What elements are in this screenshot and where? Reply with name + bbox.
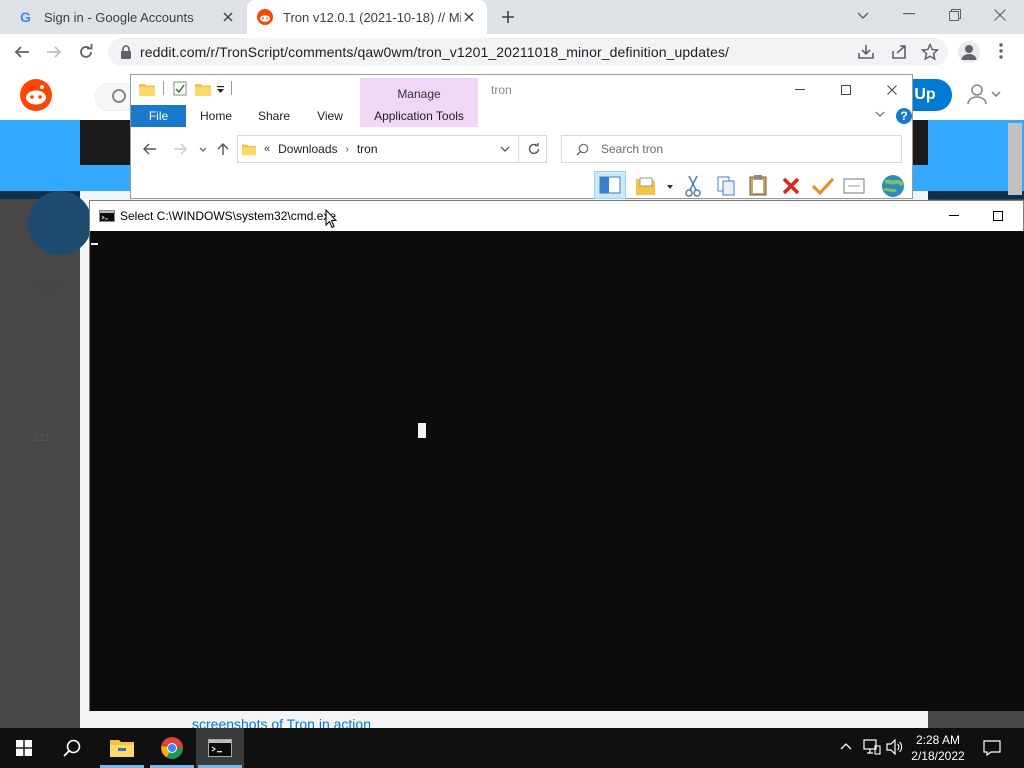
explorer-search-box[interactable]: Search tron xyxy=(561,135,902,163)
breadcrumb-separator-icon[interactable]: › xyxy=(346,144,349,155)
cursor-underscore xyxy=(91,243,98,245)
close-window-icon[interactable] xyxy=(994,9,1006,21)
start-windows-icon[interactable] xyxy=(0,728,48,768)
recent-locations-icon[interactable] xyxy=(199,147,207,152)
tab-title: Tron v12.0.1 (2021-10-18) // Min xyxy=(283,9,461,25)
folder-icon xyxy=(242,142,256,156)
tab-application-tools[interactable]: Application Tools xyxy=(360,105,478,127)
url-text: reddit.com/r/TronScript/comments/qaw0wm/… xyxy=(140,44,730,60)
profile-avatar[interactable] xyxy=(958,41,980,63)
tab-share[interactable]: Share xyxy=(251,105,297,127)
preview-pane-icon[interactable] xyxy=(594,171,626,199)
address-bar[interactable]: reddit.com/r/TronScript/comments/qaw0wm/… xyxy=(108,38,948,66)
notifications-icon[interactable] xyxy=(983,740,1001,756)
tab-file[interactable]: File xyxy=(131,105,186,127)
tab-home[interactable]: Home xyxy=(193,105,239,127)
cmd-title-bar[interactable]: Select C:\WINDOWS\system32\cmd.exe xyxy=(90,201,1024,231)
explorer-back-icon[interactable] xyxy=(143,143,157,155)
cmd-app-icon xyxy=(99,210,115,222)
bookmark-star-icon[interactable] xyxy=(921,43,939,61)
back-icon[interactable] xyxy=(14,44,30,60)
explorer-close-icon[interactable] xyxy=(869,75,915,105)
chrome-menu-icon[interactable] xyxy=(999,43,1003,59)
ribbon-expand-icon[interactable] xyxy=(875,111,885,118)
taskbar-search-icon[interactable] xyxy=(48,728,96,768)
explorer-forward-icon[interactable] xyxy=(173,143,187,155)
new-folder-icon[interactable] xyxy=(195,82,211,96)
mouse-pointer-icon xyxy=(325,209,337,229)
address-dropdown-icon[interactable] xyxy=(500,146,510,153)
subreddit-avatar xyxy=(28,191,92,255)
breadcrumb-tron[interactable]: tron xyxy=(357,142,378,156)
close-tab-icon[interactable] xyxy=(461,9,477,25)
show-hidden-icons-icon[interactable] xyxy=(840,742,852,750)
breadcrumb-downloads[interactable]: Downloads xyxy=(278,142,337,156)
globe-icon[interactable] xyxy=(881,174,905,198)
cmd-window: Select C:\WINDOWS\system32\cmd.exe xyxy=(89,200,1024,711)
search-icon xyxy=(576,143,589,156)
clock-date: 2/18/2022 xyxy=(911,749,965,763)
share-icon[interactable] xyxy=(890,43,908,61)
qat-separator xyxy=(163,81,164,95)
help-icon[interactable]: ? xyxy=(896,108,912,124)
system-clock[interactable]: 2:28 AM 2/18/2022 xyxy=(906,728,970,768)
file-explorer-taskbar-icon[interactable] xyxy=(98,728,146,768)
chrome-taskbar-icon[interactable] xyxy=(148,728,196,768)
posts-tab-label: Posts xyxy=(30,278,63,293)
install-app-icon[interactable] xyxy=(857,43,875,61)
cmd-console[interactable] xyxy=(90,231,1024,711)
lock-icon[interactable] xyxy=(120,45,132,59)
svg-text:G: G xyxy=(20,9,31,25)
address-divider xyxy=(518,136,519,162)
tab-tron-reddit[interactable]: Tron v12.0.1 (2021-10-18) // Min xyxy=(247,0,487,34)
windows-taskbar: 2:28 AM 2/18/2022 xyxy=(0,728,1024,768)
delete-icon[interactable] xyxy=(781,176,801,196)
close-tab-icon[interactable] xyxy=(220,9,236,25)
clock-time: 2:28 AM xyxy=(915,733,961,747)
manage-group-label: Manage xyxy=(397,87,441,101)
open-with-icon[interactable] xyxy=(635,176,675,196)
qat-separator xyxy=(231,81,232,95)
restore-icon[interactable] xyxy=(949,9,961,21)
reddit-icon xyxy=(257,9,273,25)
minimize-icon[interactable] xyxy=(903,13,915,15)
breadcrumb-overflow-icon[interactable]: « xyxy=(264,143,270,155)
tab-title: Sign in - Google Accounts xyxy=(44,9,194,25)
rename-checkmark-icon[interactable] xyxy=(811,176,835,196)
forward-icon[interactable] xyxy=(46,44,62,60)
selection-cursor-block xyxy=(418,423,426,438)
email-icon[interactable] xyxy=(843,177,865,195)
tab-google-accounts[interactable]: G Sign in - Google Accounts xyxy=(8,0,246,34)
new-tab-icon[interactable] xyxy=(500,9,516,25)
cmd-window-title: Select C:\WINDOWS\system32\cmd.exe xyxy=(120,209,337,223)
tab-search-icon[interactable] xyxy=(856,11,870,21)
user-menu-icon[interactable] xyxy=(965,83,1005,107)
reload-icon[interactable] xyxy=(78,44,94,60)
cmd-maximize-icon[interactable] xyxy=(975,201,1021,231)
explorer-window-title: tron xyxy=(491,83,512,97)
browser-tab-strip: G Sign in - Google Accounts Tron v12.0.1… xyxy=(0,0,1024,34)
explorer-maximize-icon[interactable] xyxy=(823,75,869,105)
cmd-taskbar-icon[interactable] xyxy=(196,728,244,768)
page-scrollbar[interactable] xyxy=(1008,123,1022,195)
search-placeholder: Search tron xyxy=(601,142,664,156)
paste-icon[interactable] xyxy=(748,174,768,196)
explorer-address-bar[interactable]: « Downloads › tron xyxy=(237,135,547,163)
network-icon[interactable] xyxy=(863,739,881,755)
google-g-icon: G xyxy=(18,9,34,25)
properties-icon[interactable] xyxy=(173,81,187,96)
folder-icon xyxy=(139,82,155,96)
tab-view[interactable]: View xyxy=(307,105,353,127)
copy-icon[interactable] xyxy=(716,175,736,197)
refresh-icon[interactable] xyxy=(527,142,541,156)
cmd-minimize-icon[interactable] xyxy=(931,201,977,231)
vote-count: 211 xyxy=(33,432,51,444)
cut-icon[interactable] xyxy=(684,175,702,197)
reddit-logo-icon[interactable] xyxy=(20,79,52,111)
explorer-minimize-icon[interactable] xyxy=(777,75,823,105)
volume-icon[interactable] xyxy=(886,739,904,755)
qat-customize-icon[interactable] xyxy=(216,85,225,94)
up-folder-icon[interactable] xyxy=(217,142,229,156)
file-explorer-window: Manage tron File Home Share View Applica… xyxy=(130,74,913,199)
